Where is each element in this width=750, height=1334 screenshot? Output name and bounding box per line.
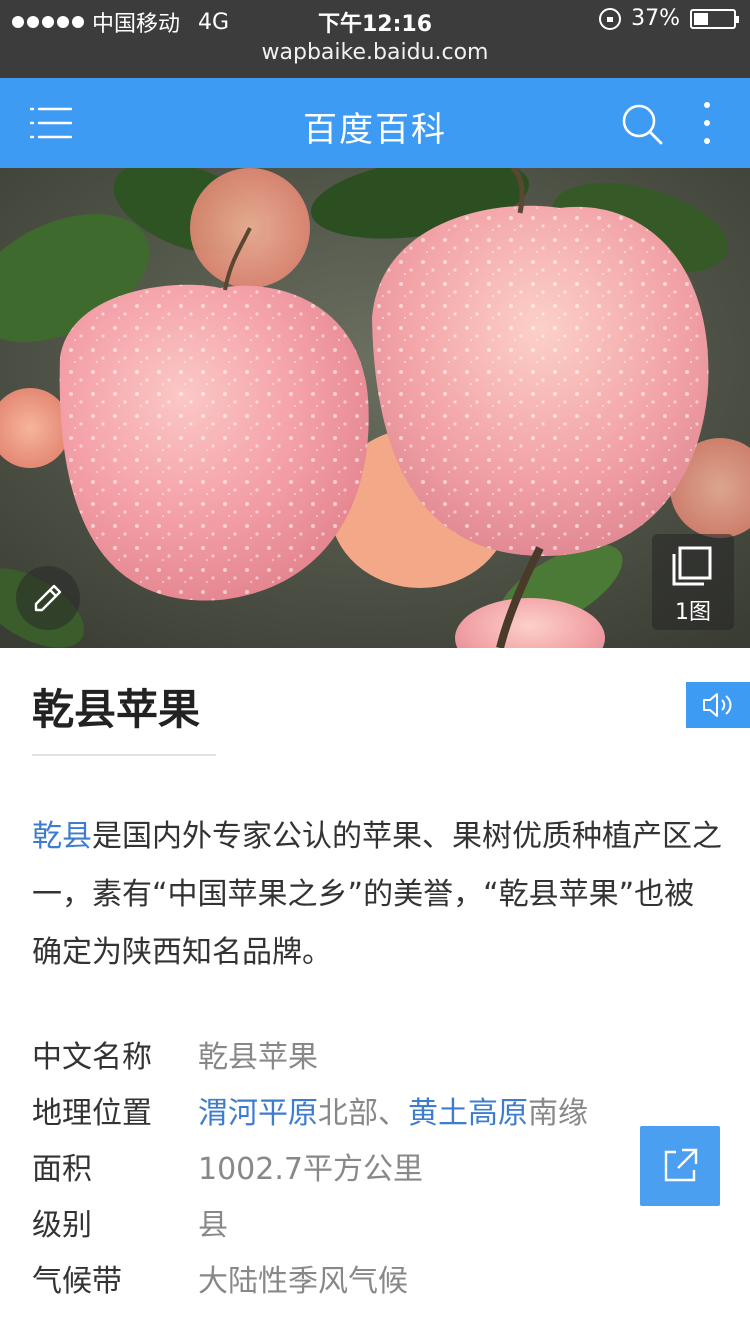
info-row: 气候带 大陆性季风气候 — [32, 1250, 732, 1306]
location-text: 南缘 — [528, 1096, 588, 1131]
info-value: 乾县苹果 — [198, 1040, 318, 1075]
info-value: 渭河平原北部、黄土高原南缘 — [198, 1088, 588, 1132]
info-value: 1002.7平方公里 — [198, 1152, 423, 1187]
status-bar: 中国移动 4G 下午12:16 37% wapbaike.baidu.com — [0, 0, 750, 78]
location-text: 北部、 — [318, 1096, 408, 1131]
info-key: 级别 — [32, 1208, 92, 1243]
screen: 中国移动 4G 下午12:16 37% wapbaike.baidu.com 百… — [0, 0, 750, 1334]
summary-text: 是国内外专家公认的苹果、果树优质种植产区之一，素有“中国苹果之乡”的美誉，“乾县… — [32, 819, 722, 970]
info-table: 中文名称 乾县苹果 地理位置 渭河平原北部、黄土高原南缘 面积 1002.7平方… — [32, 1026, 732, 1306]
audio-button[interactable] — [686, 682, 750, 728]
info-row: 地理位置 渭河平原北部、黄土高原南缘 — [32, 1082, 732, 1138]
share-icon — [664, 1148, 698, 1182]
gallery-button[interactable]: 1图 — [652, 534, 734, 630]
edit-button[interactable] — [16, 566, 80, 630]
location-link[interactable]: 黄土高原 — [408, 1096, 528, 1131]
rotation-lock-icon — [599, 7, 622, 30]
apple-photo — [0, 168, 750, 648]
summary-link[interactable]: 乾县 — [32, 819, 92, 854]
speaker-icon — [703, 693, 732, 717]
address-bar-url[interactable]: wapbaike.baidu.com — [0, 40, 750, 65]
info-row: 级别 县 — [32, 1194, 732, 1250]
page-title: 乾县苹果 — [32, 685, 201, 734]
info-value: 县 — [198, 1208, 228, 1243]
info-value: 大陆性季风气候 — [198, 1264, 408, 1299]
more-icon[interactable] — [694, 100, 720, 146]
gallery-icon — [672, 546, 712, 586]
battery-percent: 37% — [631, 6, 680, 31]
hero-image[interactable] — [0, 168, 750, 648]
edit-icon — [34, 584, 62, 612]
location-link[interactable]: 渭河平原 — [198, 1096, 318, 1131]
info-row: 中文名称 乾县苹果 — [32, 1026, 732, 1082]
share-button[interactable] — [640, 1126, 720, 1206]
info-key: 面积 — [32, 1152, 92, 1187]
info-key: 中文名称 — [32, 1040, 152, 1075]
info-key: 地理位置 — [32, 1096, 152, 1131]
search-icon[interactable] — [620, 102, 664, 146]
info-key: 气候带 — [32, 1264, 122, 1299]
article-summary: 乾县是国内外专家公认的苹果、果树优质种植产区之一，素有“中国苹果之乡”的美誉，“… — [32, 808, 722, 982]
info-row: 面积 1002.7平方公里 — [32, 1138, 732, 1194]
battery-icon — [690, 8, 739, 29]
app-header: 百度百科 — [0, 78, 750, 168]
title-divider — [32, 754, 216, 756]
gallery-count: 1图 — [675, 600, 711, 625]
